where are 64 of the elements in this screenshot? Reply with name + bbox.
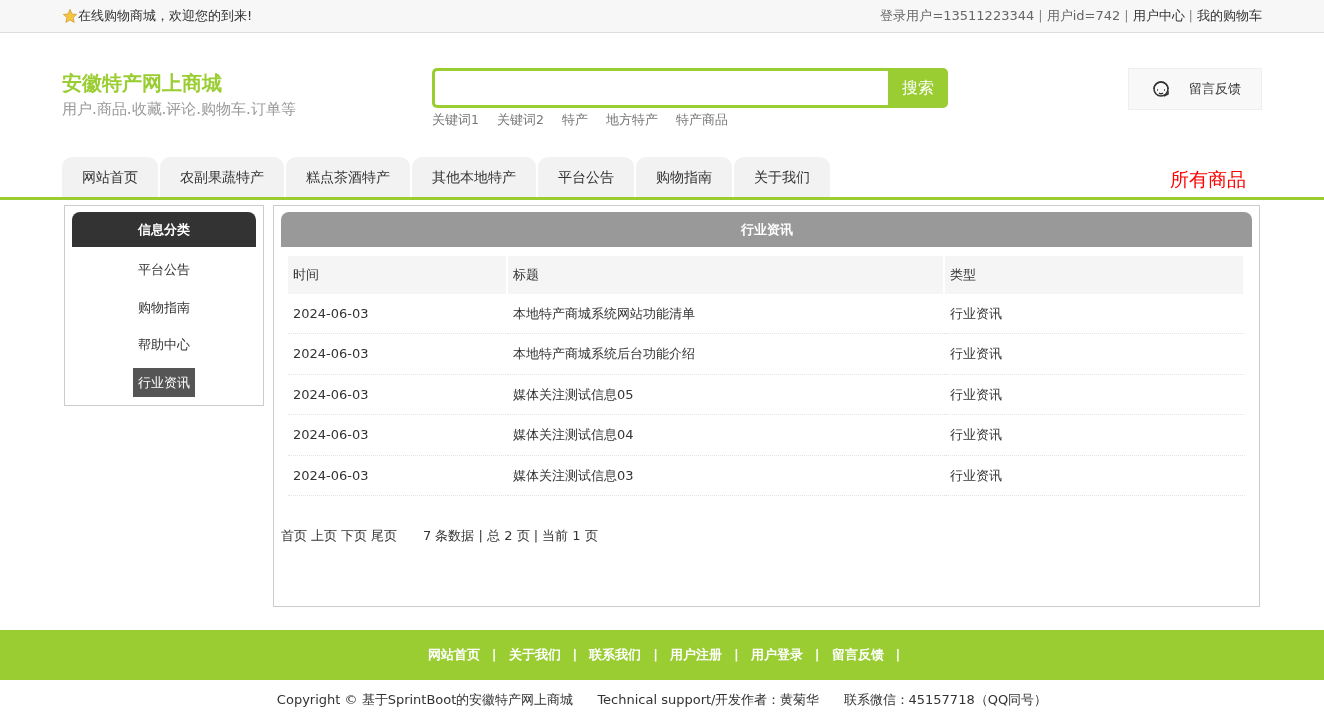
site-subtitle: 用户.商品.收藏.评论.购物车.订单等 bbox=[62, 99, 297, 120]
separator: | bbox=[814, 646, 820, 665]
keyword-link[interactable]: 地方特产 bbox=[605, 112, 658, 127]
separator: | bbox=[1038, 7, 1043, 26]
nav-tab[interactable]: 农副果蔬特产 bbox=[160, 157, 284, 197]
nav-tab[interactable]: 平台公告 bbox=[538, 157, 634, 197]
nav-tab[interactable]: 购物指南 bbox=[636, 157, 732, 197]
separator: | bbox=[491, 646, 497, 665]
sidebar-item[interactable]: 购物指南 bbox=[133, 292, 195, 322]
table-cell: 本地特产商城系统后台功能介绍 bbox=[508, 334, 945, 375]
nav-tab[interactable]: 其他本地特产 bbox=[412, 157, 536, 197]
column-header: 类型 bbox=[945, 256, 1245, 294]
nav-tab[interactable]: 网站首页 bbox=[62, 157, 158, 197]
pagination-link[interactable]: 尾页 bbox=[371, 526, 397, 546]
nav-tab[interactable]: 关于我们 bbox=[734, 157, 830, 197]
table-cell: 行业资讯 bbox=[945, 334, 1245, 375]
separator: | bbox=[1124, 7, 1129, 26]
sidebar-item[interactable]: 平台公告 bbox=[133, 255, 195, 285]
user-link[interactable]: 我的购物车 bbox=[1197, 6, 1262, 26]
contact-text: 联系微信：45157718（QQ同号） bbox=[843, 691, 1048, 710]
column-header: 时间 bbox=[288, 256, 508, 294]
panel-header: 行业资讯 bbox=[281, 212, 1252, 247]
copyright-text: Copyright © 基于SprintBoot的安徽特产网上商城 bbox=[276, 691, 574, 710]
separator: | bbox=[572, 646, 578, 665]
user-info-text: 登录用户=13511223344 bbox=[880, 7, 1035, 26]
separator: | bbox=[1188, 7, 1193, 26]
pagination-link[interactable]: 首页 bbox=[281, 526, 307, 546]
table-cell: 2024-06-03 bbox=[288, 415, 508, 456]
table-cell: 行业资讯 bbox=[945, 374, 1245, 415]
site-title: 安徽特产网上商城 bbox=[62, 70, 223, 97]
sidebar-header: 信息分类 bbox=[72, 212, 256, 247]
separator: | bbox=[653, 646, 658, 665]
sidebar-item[interactable]: 行业资讯 bbox=[133, 367, 195, 397]
feedback-button[interactable]: 留言反馈 bbox=[1128, 68, 1262, 110]
star-icon bbox=[62, 8, 78, 24]
keyword-link[interactable]: 关键词1 bbox=[432, 112, 479, 127]
sidebar-item[interactable]: 帮助中心 bbox=[133, 330, 195, 360]
table-cell: 媒体关注测试信息03 bbox=[508, 455, 945, 496]
keyword-link[interactable]: 关键词2 bbox=[496, 112, 544, 127]
all-products-link[interactable]: 所有商品 bbox=[1170, 164, 1246, 193]
separator: | bbox=[734, 646, 739, 665]
separator: | bbox=[895, 646, 901, 665]
user-info-text: 用户id=742 bbox=[1046, 7, 1121, 26]
pagination-link[interactable]: 上页 bbox=[311, 526, 337, 546]
table-cell: 2024-06-03 bbox=[288, 334, 508, 375]
table-cell: 媒体关注测试信息04 bbox=[508, 415, 945, 456]
table-cell: 2024-06-03 bbox=[288, 455, 508, 496]
table-cell: 媒体关注测试信息05 bbox=[508, 374, 945, 415]
table-cell: 行业资讯 bbox=[945, 455, 1245, 496]
table-cell: 2024-06-03 bbox=[288, 374, 508, 415]
search-field[interactable] bbox=[432, 68, 888, 108]
column-header: 标题 bbox=[508, 256, 945, 294]
keyword-link[interactable]: 特产商品 bbox=[675, 112, 728, 127]
user-link[interactable]: 用户中心 bbox=[1132, 6, 1185, 26]
pagination-summary: 7 条数据 | 总 2 页 | 当前 1 页 bbox=[423, 527, 598, 545]
keyword-link[interactable]: 特产 bbox=[561, 112, 588, 127]
table-cell: 行业资讯 bbox=[945, 293, 1245, 334]
table-cell: 行业资讯 bbox=[945, 415, 1245, 456]
table-cell: 2024-06-03 bbox=[288, 293, 508, 334]
nav-tab[interactable]: 糕点茶酒特产 bbox=[286, 157, 410, 197]
pagination-link[interactable]: 下页 bbox=[341, 526, 367, 546]
support-text: Technical support/开发作者：黄菊华 bbox=[597, 691, 820, 710]
table-cell: 本地特产商城系统网站功能清单 bbox=[508, 293, 945, 334]
welcome-text: 在线购物商城，欢迎您的到来! bbox=[78, 7, 253, 26]
